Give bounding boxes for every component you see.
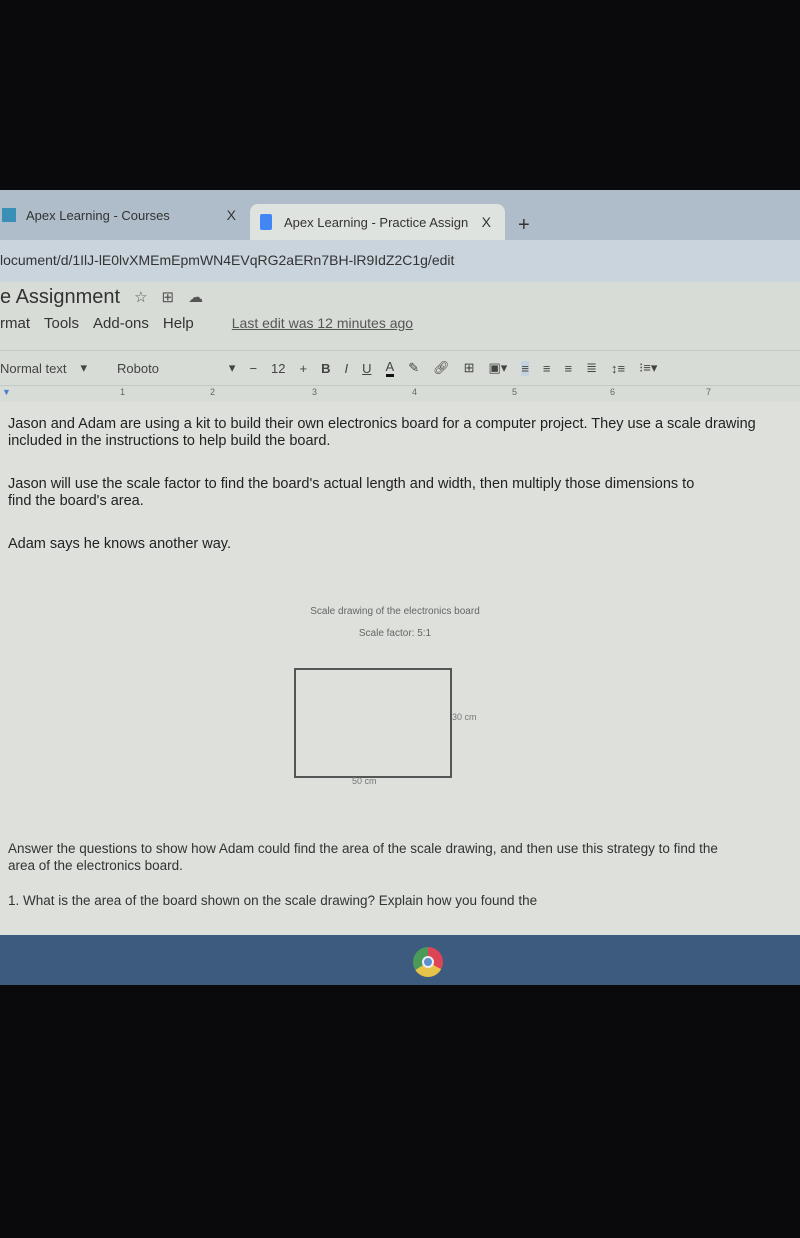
italic-button[interactable]: I [345,361,349,376]
ruler[interactable]: ▼ 1 2 3 4 5 6 7 [0,385,800,401]
close-tab-icon[interactable]: X [482,214,491,230]
menu-add-ons[interactable]: Add-ons [93,315,149,332]
figure-title: Scale drawing of the electronics board [310,606,480,617]
ruler-label: 1 [120,387,126,397]
paragraph: Adam says he knows another way. [8,536,231,552]
paragraph: Jason and Adam are using a kit to build … [8,416,756,449]
chevron-down-icon[interactable]: ▾ [80,360,87,376]
question-1: 1. What is the area of the board shown o… [8,893,538,908]
font-size-input[interactable]: 12 [271,361,285,376]
tab-label: Apex Learning - Practice Assign [284,214,469,230]
ruler-label: 7 [706,387,712,397]
ruler-label: 5 [512,387,518,397]
tab-bar: Apex Learning - Courses X Apex Learning … [0,190,800,240]
cloud-status-icon[interactable]: ☁ [188,288,203,306]
align-left-icon[interactable]: ≡ [521,360,529,376]
style-select[interactable]: Normal text [0,361,66,376]
tab-courses[interactable]: Apex Learning - Courses X [0,200,250,230]
text-color-button[interactable]: A [385,359,395,377]
link-icon[interactable]: 🔗︎ [433,360,450,376]
star-icon[interactable]: ☆ [134,288,147,306]
ruler-label: 4 [412,387,418,397]
chevron-down-icon[interactable]: ▾ [229,360,236,376]
scale-drawing-figure: Scale drawing of the electronics board S… [270,606,520,786]
menu-format[interactable]: rmat [0,315,30,332]
indent-marker-icon[interactable]: ▼ [2,387,11,397]
scale-factor-label: Scale factor: 5:1 [358,628,432,639]
docs-icon [260,214,272,230]
chrome-icon[interactable] [413,947,443,977]
last-edit-link[interactable]: Last edit was 12 minutes ago [232,315,413,332]
align-right-icon[interactable]: ≡ [565,361,573,376]
paragraph: Answer the questions to show how Adam co… [8,841,718,873]
new-tab-button[interactable]: + [518,214,530,237]
menu-bar: rmat Tools Add-ons Help Last edit was 12… [0,315,413,332]
width-label: 50 cm [352,776,377,786]
font-size-increase[interactable]: + [300,361,308,376]
format-toolbar: Normal text ▾ Roboto ▾ − 12 + B I U A ✎ 🔗︎… [0,350,800,386]
taskbar [0,935,800,985]
line-spacing-icon[interactable]: ↕≡ [611,361,625,376]
height-label: 30 cm [452,712,477,722]
numbered-list-icon[interactable]: ⁝≡▾ [639,360,657,376]
document-body[interactable]: Jason and Adam are using a kit to build … [0,402,800,942]
paragraph: Jason will use the scale factor to find … [8,476,695,509]
align-center-icon[interactable]: ≡ [543,361,551,376]
font-size-decrease[interactable]: − [249,361,257,376]
tab-label: Apex Learning - Courses [26,207,170,223]
highlight-icon[interactable]: ✎ [408,360,419,376]
address-bar[interactable]: locument/d/1IlJ-lE0lvXMEmEpmWN4EVqRG2aER… [0,240,800,282]
comment-icon[interactable]: ⊞ [464,360,475,376]
image-icon[interactable]: ▣▾ [489,360,508,376]
move-folder-icon[interactable]: ⊞ [162,288,175,306]
menu-help[interactable]: Help [163,315,194,332]
document-title[interactable]: e Assignment [0,286,120,309]
ruler-label: 3 [312,387,318,397]
font-select[interactable]: Roboto [117,361,159,376]
tab-practice-assignment[interactable]: Apex Learning - Practice Assign X [250,204,505,240]
align-justify-icon[interactable]: ≣ [586,360,597,376]
underline-button[interactable]: U [362,361,371,376]
menu-tools[interactable]: Tools [44,315,79,332]
ruler-label: 2 [210,387,216,397]
board-rectangle [294,668,452,778]
close-tab-icon[interactable]: X [227,207,236,223]
ruler-label: 6 [610,387,616,397]
screen: Apex Learning - Courses X Apex Learning … [0,190,800,985]
apex-favicon-icon [2,208,16,222]
bold-button[interactable]: B [321,361,330,376]
